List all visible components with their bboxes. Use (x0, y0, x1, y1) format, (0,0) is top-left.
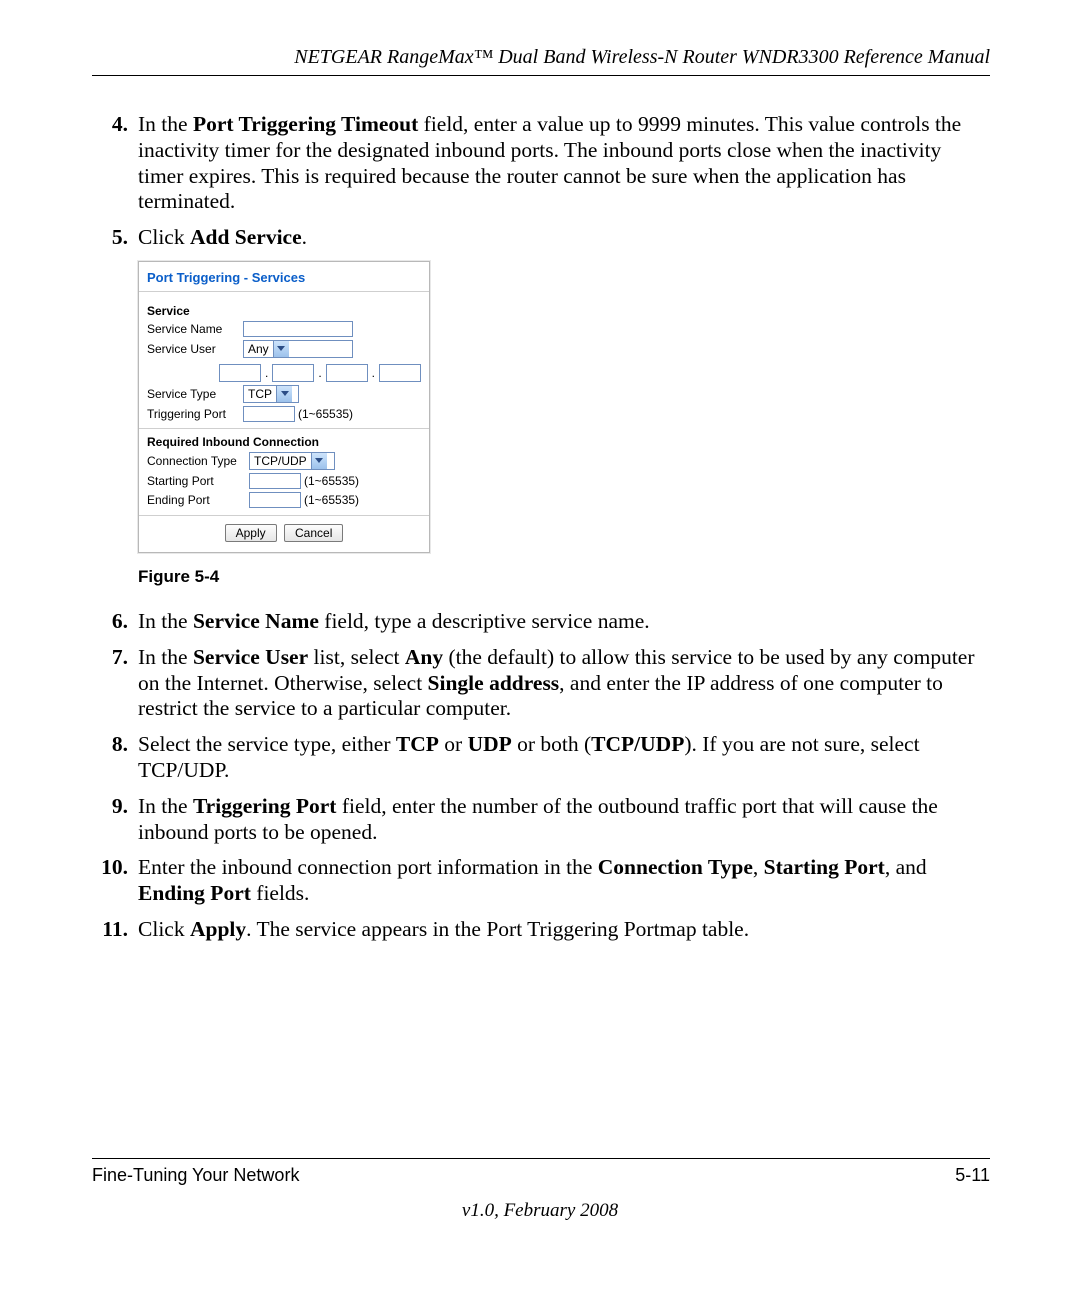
header-rule (92, 75, 990, 76)
document-page: NETGEAR RangeMax™ Dual Band Wireless-N R… (0, 0, 1080, 1296)
range-hint: (1~65535) (298, 407, 353, 421)
cancel-button[interactable]: Cancel (284, 524, 343, 542)
service-user-select[interactable]: Any (243, 340, 353, 358)
select-value: TCP/UDP (250, 454, 311, 468)
range-hint: (1~65535) (304, 493, 359, 507)
row-ending-port: Ending Port (1~65535) (147, 492, 421, 508)
ip-octet-3[interactable] (326, 364, 368, 382)
label-ending-port: Ending Port (147, 493, 249, 507)
ending-port-input[interactable] (249, 492, 301, 508)
range-hint: (1~65535) (304, 474, 359, 488)
label-starting-port: Starting Port (147, 474, 249, 488)
footer-section: Fine-Tuning Your Network (92, 1165, 299, 1186)
label-connection-type: Connection Type (147, 454, 249, 468)
row-service-type: Service Type TCP (147, 385, 421, 403)
chevron-down-icon (276, 386, 292, 402)
row-ip-address: . . . (147, 361, 421, 382)
row-starting-port: Starting Port (1~65535) (147, 473, 421, 489)
row-connection-type: Connection Type TCP/UDP (147, 452, 421, 470)
step-body: In the Port Triggering Timeout field, en… (138, 112, 990, 215)
label-triggering-port: Triggering Port (147, 407, 243, 421)
figure-5-4: Port Triggering - Services Service Servi… (138, 261, 990, 553)
footer-rule (92, 1158, 990, 1159)
step-5: 5. Click Add Service. (92, 225, 990, 251)
service-name-input[interactable] (243, 321, 353, 337)
divider (139, 428, 429, 429)
step-10: 10. Enter the inbound connection port in… (92, 855, 990, 907)
section-service: Service (147, 304, 421, 318)
label-service-type: Service Type (147, 387, 243, 401)
select-value: TCP (244, 387, 276, 401)
label-service-user: Service User (147, 342, 243, 356)
starting-port-input[interactable] (249, 473, 301, 489)
step-8: 8. Select the service type, either TCP o… (92, 732, 990, 784)
figure-caption: Figure 5-4 (138, 567, 990, 587)
page-footer: Fine-Tuning Your Network 5-11 (92, 1158, 990, 1186)
ip-octet-2[interactable] (272, 364, 314, 382)
row-triggering-port: Triggering Port (1~65535) (147, 406, 421, 422)
page-header: NETGEAR RangeMax™ Dual Band Wireless-N R… (92, 46, 990, 75)
service-type-select[interactable]: TCP (243, 385, 299, 403)
ip-octet-4[interactable] (379, 364, 421, 382)
footer-version: v1.0, February 2008 (0, 1200, 1080, 1222)
footer-pagenum: 5-11 (955, 1165, 990, 1186)
dialog-port-triggering-services: Port Triggering - Services Service Servi… (138, 261, 430, 553)
step-6: 6. In the Service Name field, type a des… (92, 609, 990, 635)
section-required-inbound: Required Inbound Connection (147, 435, 421, 449)
manual-title: NETGEAR RangeMax™ Dual Band Wireless-N R… (294, 46, 990, 68)
ip-address-input[interactable]: . . . (219, 364, 421, 382)
row-service-name: Service Name (147, 321, 421, 337)
step-number: 4. (92, 112, 138, 138)
select-value: Any (244, 342, 273, 356)
connection-type-select[interactable]: TCP/UDP (249, 452, 335, 470)
step-number: 5. (92, 225, 138, 251)
chevron-down-icon (311, 453, 327, 469)
step-7: 7. In the Service User list, select Any … (92, 645, 990, 722)
row-service-user: Service User Any (147, 340, 421, 358)
dialog-footer: Apply Cancel (139, 515, 429, 552)
step-9: 9. In the Triggering Port field, enter t… (92, 794, 990, 846)
triggering-port-input[interactable] (243, 406, 295, 422)
chevron-down-icon (273, 341, 289, 357)
dialog-title: Port Triggering - Services (139, 262, 429, 292)
label-service-name: Service Name (147, 322, 243, 336)
step-11: 11. Click Apply. The service appears in … (92, 917, 990, 943)
ip-octet-1[interactable] (219, 364, 261, 382)
apply-button[interactable]: Apply (225, 524, 277, 542)
step-4: 4. In the Port Triggering Timeout field,… (92, 112, 990, 215)
step-body: Click Add Service. (138, 225, 990, 251)
